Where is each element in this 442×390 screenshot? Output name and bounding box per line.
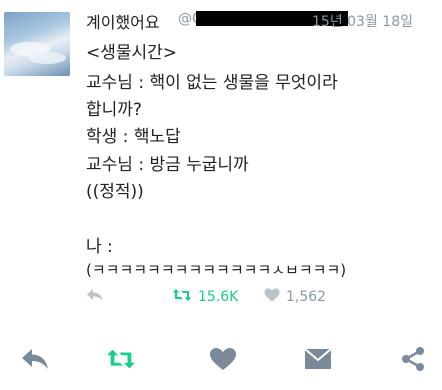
tweet-line: 교수님 : 방금 누굽니까: [86, 155, 249, 175]
retweet-count: 15.6K: [198, 289, 239, 305]
reply-button[interactable]: [86, 288, 104, 306]
heart-icon[interactable]: [208, 344, 238, 374]
reply-icon[interactable]: [20, 344, 50, 374]
tweet-header: 계이했어요 @C 15년 03월 18일: [86, 9, 436, 33]
avatar[interactable]: [4, 12, 70, 76]
tweet-line: 나 :: [86, 237, 113, 257]
tweet-line: 합니까?: [86, 100, 142, 120]
heart-icon: [264, 288, 280, 306]
retweet-icon[interactable]: [106, 344, 136, 374]
tweet-line: <생물시간>: [86, 43, 178, 63]
tweet-line: (ㅋㅋㅋㅋㅋㅋㅋㅋㅋㅋㅋㅋㅋㅅㅂㅋㅋㅋ): [86, 261, 347, 279]
like-count: 1,562: [286, 289, 327, 305]
bottom-action-bar: [0, 338, 442, 382]
reply-icon: [86, 288, 104, 306]
tweet-line: ((정적)): [86, 182, 144, 202]
tweet-actions: 15.6K 1,562: [86, 288, 436, 312]
like-button[interactable]: 1,562: [264, 288, 326, 306]
envelope-icon[interactable]: [303, 344, 333, 374]
retweet-button[interactable]: 15.6K: [172, 288, 238, 306]
tweet-date[interactable]: 15년 03월 18일: [312, 11, 413, 31]
tweet-line: 교수님 : 핵이 없는 생물을 무엇이라: [86, 73, 338, 93]
retweet-icon: [172, 288, 192, 306]
tweet-line: 학생 : 핵노답: [86, 127, 181, 147]
author-name[interactable]: 계이했어요: [86, 9, 160, 33]
share-icon[interactable]: [398, 344, 428, 374]
avatar-cloud: [28, 52, 66, 64]
